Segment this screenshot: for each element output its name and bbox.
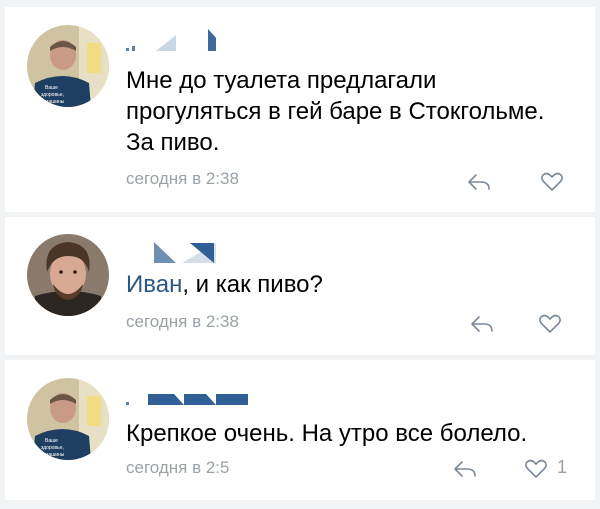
svg-text:здоровье,: здоровье,: [41, 92, 64, 98]
svg-text:Ваше: Ваше: [45, 85, 58, 91]
heart-outline-icon[interactable]: [540, 172, 564, 192]
comment-item: Иван, и как пиво? сегодня в 2:38: [5, 217, 595, 355]
comment-timestamp[interactable]: сегодня в 2:38: [126, 312, 239, 332]
heart-outline-icon[interactable]: [538, 314, 562, 334]
reply-arrow-icon[interactable]: [470, 315, 494, 333]
comment-text: Иван, и как пиво?: [126, 271, 323, 298]
avatar[interactable]: Ваше здоровье, машины: [27, 25, 109, 107]
svg-text:Ваше: Ваше: [45, 438, 58, 444]
author-name-redacted[interactable]: [126, 382, 256, 408]
comment-timestamp[interactable]: сегодня в 2:5: [126, 458, 230, 478]
mention-link[interactable]: Иван: [126, 271, 182, 298]
comment-item: Ваше здоровье, машины Крепкое очень. На …: [5, 360, 595, 500]
like-count: 1: [557, 457, 568, 477]
avatar[interactable]: [27, 234, 109, 316]
reply-arrow-icon[interactable]: [467, 173, 491, 191]
comment-text: Мне до туалета предлагали прогуляться в …: [126, 67, 545, 156]
svg-text:здоровье,: здоровье,: [41, 445, 64, 451]
author-name-redacted[interactable]: [126, 239, 276, 265]
avatar[interactable]: Ваше здоровье, машины: [27, 378, 109, 460]
reply-arrow-icon[interactable]: [453, 460, 477, 478]
svg-text:машины: машины: [45, 452, 65, 458]
svg-text:машины: машины: [45, 99, 65, 105]
heart-outline-icon[interactable]: [524, 459, 548, 479]
author-name-redacted[interactable]: [126, 27, 216, 53]
comment-item: Ваше здоровье, машины Мне до туалета пре…: [5, 7, 595, 212]
comment-text: Крепкое очень. На утро все болело.: [126, 420, 528, 447]
comment-timestamp[interactable]: сегодня в 2:38: [126, 169, 239, 189]
